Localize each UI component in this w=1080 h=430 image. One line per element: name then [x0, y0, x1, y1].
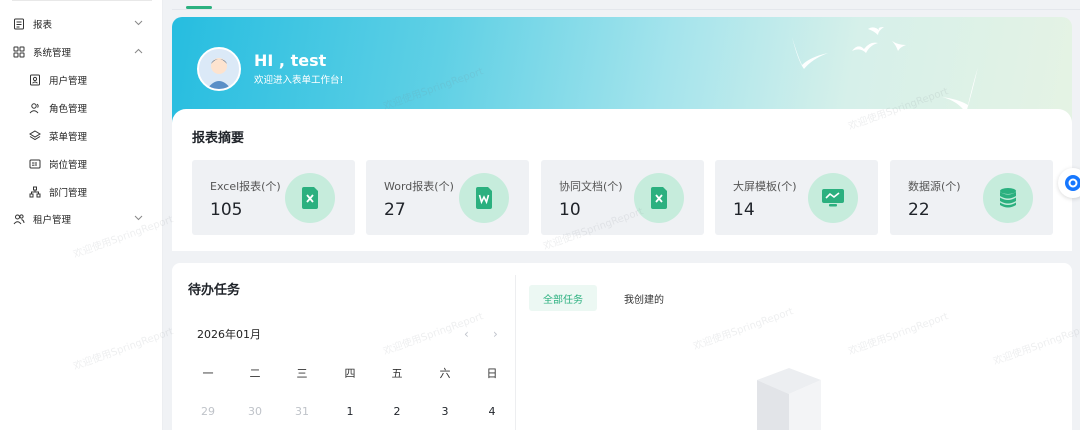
todo-card: 待办任务 2026年01月 ‹ › 一 二 三 四 五 六 日 29 30 31… — [172, 263, 1072, 430]
calendar-day-prev-month[interactable]: 29 — [198, 405, 218, 418]
stat-card-word[interactable]: Word报表(个) 27 — [366, 160, 529, 235]
sidebar-item-label: 系统管理 — [33, 48, 72, 59]
chevron-down-icon — [133, 18, 143, 28]
chevron-down-icon — [133, 213, 143, 223]
sidebar-item-menus[interactable]: 菜单管理 — [0, 124, 163, 148]
weekday-label: 六 — [439, 367, 451, 380]
stat-label: 数据源(个) — [908, 180, 961, 193]
org-chart-icon — [28, 185, 42, 199]
sidebar-item-system[interactable]: 系统管理 — [0, 40, 163, 64]
calendar-day[interactable]: 2 — [387, 405, 407, 418]
sidebar: 报表 系统管理 用户管理 角色管理 菜单管理 岗位管理 部门管理 租户管理 — [0, 0, 163, 430]
weekday-label: 四 — [344, 367, 356, 380]
stat-card-doc[interactable]: 协同文档(个) 10 — [541, 160, 704, 235]
calendar-day-prev-month[interactable]: 31 — [292, 405, 312, 418]
weekday-label: 一 — [202, 367, 214, 380]
sidebar-item-label: 租户管理 — [33, 215, 72, 226]
weekday-label: 二 — [249, 367, 261, 380]
welcome-text: 欢迎进入表单工作台! — [254, 75, 344, 86]
grid-icon — [12, 45, 26, 59]
sidebar-top-divider — [12, 0, 152, 1]
stat-card-excel[interactable]: Excel报表(个) 105 — [192, 160, 355, 235]
calendar-day[interactable]: 3 — [435, 405, 455, 418]
sidebar-item-report[interactable]: 报表 — [0, 12, 163, 36]
sidebar-item-tenants[interactable]: 租户管理 — [0, 207, 163, 231]
sidebar-item-posts[interactable]: 岗位管理 — [0, 152, 163, 176]
user-card-icon — [28, 73, 42, 87]
stat-card-screen[interactable]: 大屏模板(个) 14 — [715, 160, 878, 235]
sidebar-item-label: 报表 — [33, 20, 53, 31]
excel-icon — [285, 173, 335, 223]
word-icon — [459, 173, 509, 223]
chevron-up-icon — [133, 46, 143, 56]
calendar-month: 2026年01月 — [197, 328, 261, 341]
layers-icon — [28, 129, 42, 143]
next-month-button[interactable]: › — [493, 327, 498, 341]
team-icon — [12, 212, 26, 226]
screen-icon — [808, 173, 858, 223]
tab-all-tasks[interactable]: 全部任务 — [529, 285, 597, 311]
calendar-day-prev-month[interactable]: 30 — [245, 405, 265, 418]
users-icon — [28, 101, 42, 115]
app-root: 报表 系统管理 用户管理 角色管理 菜单管理 岗位管理 部门管理 租户管理 HI… — [0, 0, 1080, 430]
sidebar-item-users[interactable]: 用户管理 — [0, 68, 163, 92]
floating-chat-button[interactable] — [1058, 168, 1080, 198]
sidebar-item-roles[interactable]: 角色管理 — [0, 96, 163, 120]
weekday-label: 日 — [486, 367, 498, 380]
todo-title: 待办任务 — [188, 283, 241, 298]
stat-card-datasource[interactable]: 数据源(个) 22 — [890, 160, 1053, 235]
sidebar-item-label: 部门管理 — [49, 188, 88, 199]
stat-label: 大屏模板(个) — [733, 180, 797, 193]
sidebar-item-departments[interactable]: 部门管理 — [0, 180, 163, 204]
todo-divider — [515, 275, 516, 430]
stat-label: Excel报表(个) — [210, 180, 281, 193]
calendar-day[interactable]: 4 — [482, 405, 502, 418]
stat-value: 10 — [559, 200, 581, 220]
sidebar-item-label: 岗位管理 — [49, 160, 88, 171]
stat-value: 27 — [384, 200, 406, 220]
empty-state-illustration — [757, 368, 821, 430]
stat-value: 105 — [210, 200, 243, 220]
stat-value: 14 — [733, 200, 755, 220]
sidebar-item-label: 菜单管理 — [49, 132, 88, 143]
stat-label: 协同文档(个) — [559, 180, 623, 193]
greeting-text: HI , test — [254, 51, 327, 70]
calendar-day[interactable]: 1 — [340, 405, 360, 418]
tab-my-created[interactable]: 我创建的 — [624, 285, 664, 311]
sidebar-item-label: 角色管理 — [49, 104, 88, 115]
doc-icon — [634, 173, 684, 223]
report-summary-card: 报表摘要 Excel报表(个) 105 Word报表(个) 27 协同文档(个)… — [172, 109, 1072, 251]
chat-icon — [1065, 175, 1080, 191]
weekday-label: 三 — [296, 367, 308, 380]
summary-title: 报表摘要 — [192, 131, 245, 146]
stat-value: 22 — [908, 200, 930, 220]
stat-label: Word报表(个) — [384, 180, 454, 193]
weekday-label: 五 — [391, 367, 403, 380]
tab-strip — [172, 0, 1080, 10]
id-card-icon — [28, 157, 42, 171]
sidebar-item-label: 用户管理 — [49, 76, 88, 87]
active-tab-indicator — [186, 6, 212, 9]
report-icon — [12, 17, 26, 31]
prev-month-button[interactable]: ‹ — [464, 327, 469, 341]
avatar[interactable] — [197, 47, 241, 91]
database-icon — [983, 173, 1033, 223]
